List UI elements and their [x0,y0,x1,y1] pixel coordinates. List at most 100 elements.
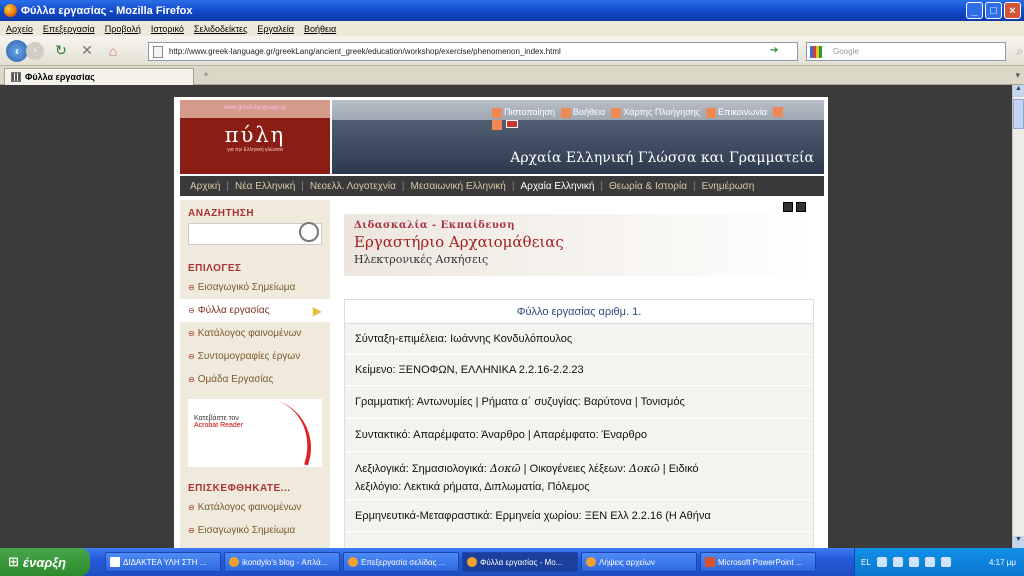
task-item[interactable]: ikondylo's blog - Απλά... [224,552,340,572]
window-title: Φύλλα εργασίας - Mozilla Firefox [21,4,193,17]
scroll-down-icon[interactable]: ▼ [1013,536,1024,548]
worksheet-row-lexical[interactable]: Λεξιλογικά: Σημασιολογικά: Δοκῶ | Οικογέ… [345,452,813,500]
content-header: Διδασκαλία - Εκπαίδευση Εργαστήριο Αρχαι… [344,214,814,276]
back-button[interactable]: ‹ [6,39,28,62]
site-logo[interactable]: www.greek-language.gr πύλη για την Ελλην… [180,100,330,174]
utility-row-2 [492,120,518,130]
menu-history[interactable]: Ιστορικό [151,24,184,34]
browser-viewport: www.greek-language.gr πύλη για την Ελλην… [0,85,1012,548]
page-tools [783,202,806,212]
minimize-button[interactable]: _ [966,2,983,19]
menu-file[interactable]: Αρχείο [6,24,33,34]
menu-help[interactable]: Βοήθεια [304,24,336,34]
tab-favicon-icon [11,72,21,82]
reload-icon[interactable]: ↻ [52,42,70,60]
main-navigation: Αρχική | Νέα Ελληνική | Νεοελλ. Λογοτεχνία… [180,176,824,196]
window-controls: _ □ × [966,2,1021,19]
tray-icon[interactable] [892,557,903,567]
window-titlebar: Φύλλα εργασίας - Mozilla Firefox _ □ × [0,0,1024,21]
bullet-icon: ⊖ [188,503,195,512]
util-contact[interactable]: Επικοινωνία [706,107,767,118]
search-placeholder: Google [833,47,859,56]
menu-edit[interactable]: Επεξεργασία [43,24,95,34]
sitemap-icon [611,107,622,118]
forward-button[interactable]: › [26,41,44,60]
nav-home[interactable]: Αρχική [190,181,220,192]
tray-icon[interactable] [908,557,919,567]
nav-theory-history[interactable]: Θεωρία & Ιστορία [609,181,687,192]
english-flag-icon[interactable] [506,120,518,128]
util-help[interactable]: Βοήθεια [561,107,605,118]
worksheet-row[interactable]: Γραμματική: Αντωνυμίες | Ρήματα α΄ συζυγ… [345,386,813,419]
vertical-scrollbar[interactable]: ▲ ▼ [1012,85,1024,548]
language-indicator[interactable]: EL [861,558,871,567]
worksheet-table: Φύλλο εργασίας αριθμ. 1. Σύνταξη-επιμέλε… [344,299,814,548]
sidebar-item-team[interactable]: ⊖ Ομάδα Εργασίας [180,368,330,391]
active-arrow-icon: ▶ [312,303,322,318]
windows-logo-icon: ⊞ [8,554,19,569]
nav-news[interactable]: Ενημέρωση [702,181,755,192]
go-arrow-icon[interactable]: ➔ [770,45,778,56]
print-icon[interactable] [783,202,793,212]
home-icon[interactable]: ⌂ [104,42,122,60]
options-heading: ΕΠΙΛΟΓΕΣ [188,263,242,274]
scroll-thumb[interactable] [1013,99,1024,129]
page-title: Εργαστήριο Αρχαιομάθειας [354,233,564,251]
task-item[interactable]: Λήψεις αρχείων [581,552,697,572]
clock: 4:17 μμ [988,557,1016,567]
menu-bookmarks[interactable]: Σελιδοδείκτες [194,24,248,34]
address-bar[interactable]: http://www.greek-language.gr/greekLang/a… [148,42,798,61]
tab-active[interactable]: Φύλλα εργασίας [4,68,194,85]
nav-modern-literature[interactable]: Νεοελλ. Λογοτεχνία [310,181,396,192]
worksheet-row[interactable]: Σύνταξη-επιμέλεια: Ιωάννης Κονδυλόπουλος [345,324,813,355]
bullet-icon: ⊖ [188,526,195,535]
acrobat-logo-icon [259,399,323,466]
tray-icon[interactable] [876,557,887,567]
task-item[interactable]: Microsoft PowerPoint ... [700,552,816,572]
font-decrease-icon[interactable] [492,120,502,130]
sidebar-item-worksheets[interactable]: ⊖ Φύλλα εργασίας ▶ [180,299,330,322]
site-search-input[interactable] [188,222,322,245]
firefox-icon [4,4,17,17]
font-size-icon[interactable] [772,107,783,118]
menu-tools[interactable]: Εργαλεία [257,24,294,34]
tab-label: Φύλλα εργασίας [25,72,95,82]
util-certification[interactable]: Πιστοποίηση [492,107,555,118]
logo-site: www.greek-language.gr [223,105,287,111]
firefox-task-icon [467,557,477,567]
sidebar-item-phenomena[interactable]: ⊖ Κατάλογος φαινομένων [180,322,330,345]
sidebar-item-intro[interactable]: ⊖ Εισαγωγικό Σημείωμα [180,276,330,299]
close-button[interactable]: × [1004,2,1021,19]
util-sitemap[interactable]: Χάρτης Πλοήγησης [611,107,700,118]
worksheet-row[interactable]: Συντακτικό: Απαρέμφατο: Άναρθρο | Απαρέμ… [345,419,813,452]
new-tab-button[interactable]: + [196,70,216,84]
acrobat-promo[interactable]: Κατεβάστε τον Acrobat Reader [188,399,323,467]
sidebar-item-abbreviations[interactable]: ⊖ Συντομογραφίες έργων [180,345,330,368]
email-page-icon[interactable] [796,202,806,212]
visited-item-intro[interactable]: ⊖ Εισαγωγικό Σημείωμα [180,519,330,542]
tab-list-icon[interactable]: ▾ [1015,70,1020,81]
search-lens-icon[interactable] [299,222,319,242]
scroll-up-icon[interactable]: ▲ [1013,85,1024,97]
menu-view[interactable]: Προβολή [105,24,141,34]
task-item[interactable]: Επεξεργασία σελίδας ... [343,552,459,572]
worksheet-row[interactable]: Ερμηνευτικά-Μεταφραστικά: Ερμηνεία χωρίο… [345,500,813,532]
search-input[interactable]: Google ⌕ [806,42,1023,61]
tray-icon[interactable] [940,557,951,567]
tray-icon[interactable] [924,557,935,567]
maximize-button[interactable]: □ [985,2,1002,19]
nav-ancient-greek[interactable]: Αρχαία Ελληνική [520,181,594,192]
google-icon [810,46,822,58]
folder-icon [110,557,120,567]
start-button[interactable]: ⊞ έναρξη [0,548,90,576]
nav-modern-greek[interactable]: Νέα Ελληνική [235,181,295,192]
visited-item-phenomena[interactable]: ⊖ Κατάλογος φαινομένων [180,496,330,519]
page-icon [153,46,163,58]
search-icon[interactable]: ⌕ [1016,44,1023,59]
bullet-icon: ⊖ [188,329,195,338]
task-item[interactable]: ΔΙΔΑΚΤΕΑ ΥΛΗ ΣΤΗ ... [105,552,221,572]
stop-icon[interactable]: ✕ [78,42,96,60]
task-item-active[interactable]: Φύλλα εργασίας - Mo... [462,552,578,572]
nav-medieval-greek[interactable]: Μεσαιωνική Ελληνική [411,181,506,192]
worksheet-row[interactable]: Κείμενο: ΞΕΝΟΦΩΝ, ΕΛΛΗΝΙΚΑ 2.2.16-2.2.23 [345,355,813,386]
